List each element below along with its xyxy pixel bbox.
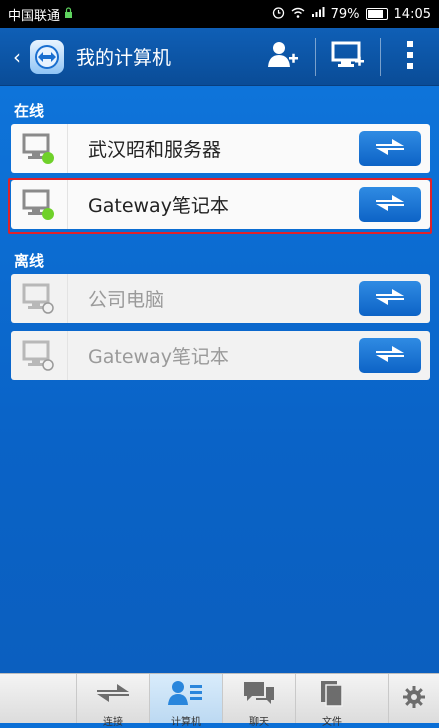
connect-arrows-icon (372, 285, 408, 313)
status-icons: 79% 14:05 (272, 6, 431, 23)
add-contact-button[interactable] (251, 38, 315, 76)
computer-row[interactable]: 武汉昭和服务器 (11, 124, 430, 173)
connect-arrows-icon (93, 679, 133, 711)
section-online-label: 在线 (14, 102, 45, 120)
page-title: 我的计算机 (76, 47, 172, 69)
computer-offline-icon (11, 331, 68, 380)
computer-offline-icon (11, 274, 68, 323)
connect-button[interactable] (359, 131, 421, 166)
connect-arrows-icon (372, 135, 408, 163)
settings-button[interactable] (388, 674, 439, 723)
add-person-icon (267, 40, 299, 74)
chat-icon (239, 679, 279, 711)
computer-online-icon (11, 124, 68, 173)
tab-label: 连接 (103, 717, 123, 728)
section-offline-label: 离线 (14, 252, 45, 270)
files-icon (312, 679, 352, 711)
tab-label: 计算机 (171, 717, 201, 728)
signal-icon (311, 6, 325, 22)
connect-button[interactable] (359, 338, 421, 373)
battery-icon (365, 8, 388, 20)
connect-button[interactable] (359, 281, 421, 316)
tab-files[interactable]: 文件 (295, 674, 368, 728)
computer-list: 在线 武汉昭和服务器 Gateway笔记本 离线 公司电脑 Gateway笔记本 (0, 86, 439, 673)
lock-icon (64, 6, 73, 22)
add-computer-button[interactable] (316, 38, 380, 76)
add-computer-icon (331, 40, 365, 74)
back-chevron-icon[interactable]: ‹ (8, 45, 26, 69)
wifi-icon (291, 7, 305, 22)
overflow-menu-button[interactable] (381, 38, 439, 76)
tab-connect[interactable]: 连接 (76, 674, 149, 728)
carrier-name: 中国联通 (8, 8, 61, 24)
tab-chat[interactable]: 聊天 (222, 674, 295, 728)
computer-name: 公司电脑 (88, 289, 165, 311)
clock: 14:05 (393, 6, 431, 22)
tab-label: 文件 (322, 717, 342, 728)
computer-name: Gateway笔记本 (88, 346, 229, 368)
bottom-tab-bar: 连接 计算机 聊天 文件 (0, 673, 439, 728)
battery-percent: 79% (330, 6, 360, 22)
tab-bar-spacer (0, 674, 76, 723)
teamviewer-logo[interactable] (30, 39, 64, 74)
app-bar: ‹ 我的计算机 (0, 28, 439, 86)
computer-row[interactable]: 公司电脑 (11, 274, 430, 323)
gear-icon (402, 685, 426, 713)
app-bar-actions (251, 28, 439, 85)
alarm-icon (272, 6, 285, 23)
computer-name: 武汉昭和服务器 (88, 139, 222, 161)
contacts-icon (166, 679, 206, 711)
carrier-info: 中国联通 (8, 5, 73, 24)
tab-label: 聊天 (249, 717, 269, 728)
tab-computers[interactable]: 计算机 (149, 674, 222, 728)
highlight-box (8, 178, 432, 234)
connect-arrows-icon (372, 342, 408, 370)
computer-row[interactable]: Gateway笔记本 (11, 331, 430, 380)
more-vertical-icon (406, 40, 414, 74)
status-bar: 中国联通 79% 14:05 (0, 0, 439, 28)
